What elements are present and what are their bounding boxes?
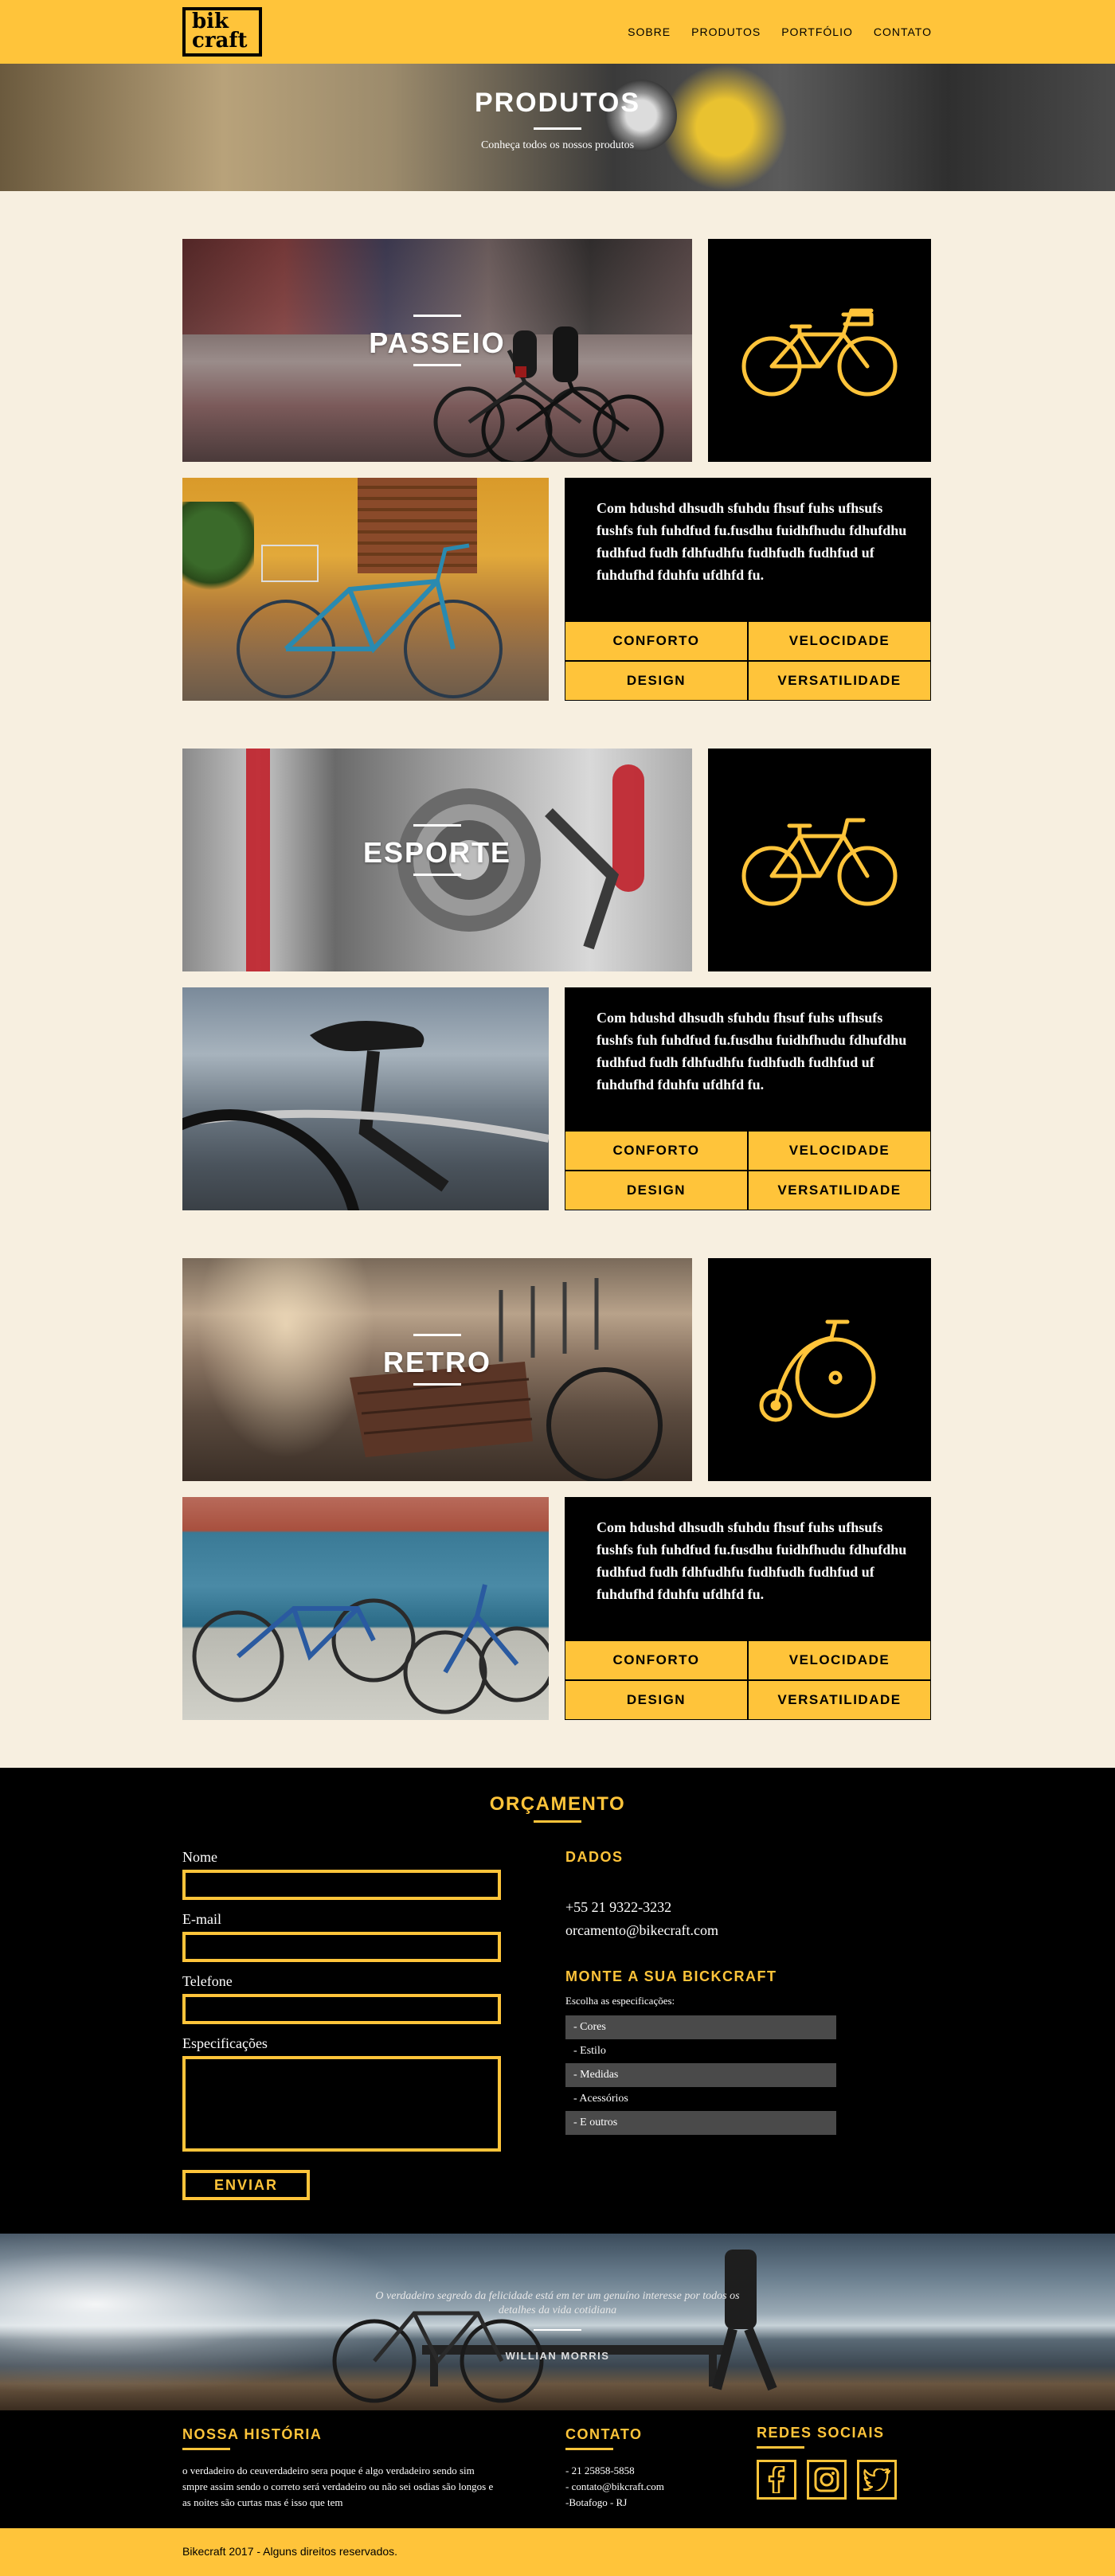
title-underline (534, 1820, 581, 1823)
enviar-button[interactable]: ENVIAR (182, 2170, 310, 2200)
title-underline (565, 2448, 613, 2450)
especificacoes-textarea[interactable] (182, 2056, 501, 2152)
monte-intro: Escolha as especificações: (565, 1995, 675, 2007)
spec-option-cores[interactable]: - Cores (565, 2015, 836, 2039)
contato-email: - contato@bikcraft.com (565, 2480, 664, 2492)
feature-badge: VELOCIDADE (748, 1131, 931, 1171)
feature-badge: DESIGN (565, 661, 748, 701)
feature-badge: VELOCIDADE (748, 1640, 931, 1680)
two-bikes-illustration (192, 1584, 549, 1714)
product-title: ESPORTE (362, 836, 512, 869)
product-retro-photo: RETRO (182, 1258, 692, 1481)
historia-text: o verdadeiro do ceuverdadeiro sera poque… (182, 2465, 494, 2508)
telefone-label: Telefone (182, 1973, 233, 1989)
product-icon-box (708, 239, 931, 462)
title-underline (413, 874, 461, 876)
especificacoes-label: Especificações (182, 2035, 268, 2051)
contato-phone: - 21 25858-5858 (565, 2465, 635, 2476)
feature-badge: DESIGN (565, 1171, 748, 1210)
twitter-icon (863, 2469, 890, 2491)
quote-banner: O verdadeiro segredo da felicidade está … (0, 2234, 1115, 2410)
spec-option-acessorios[interactable]: - Acessórios (565, 2087, 836, 2111)
nav-contato[interactable]: CONTATO (874, 25, 932, 38)
nav-sobre[interactable]: SOBRE (628, 25, 671, 38)
feature-badge: VELOCIDADE (748, 621, 931, 661)
logo-text-line2: craft (192, 29, 248, 53)
product-icon-box (708, 1258, 931, 1481)
city-bike-icon (741, 308, 898, 397)
title-underline (757, 2446, 804, 2449)
feature-badge: CONFORTO (565, 621, 748, 661)
feature-badge: CONFORTO (565, 1131, 748, 1171)
orcamento-section: ORÇAMENTO Nome E-mail Telefone Especific… (0, 1768, 1115, 2234)
page-title: PRODUTOS (474, 88, 641, 118)
nome-input[interactable] (182, 1870, 501, 1900)
product-esporte-detail-photo (182, 987, 549, 1210)
feature-badge: DESIGN (565, 1680, 748, 1720)
title-underline (413, 364, 461, 366)
orcamento-title: ORÇAMENTO (489, 1793, 626, 1815)
product-icon-box (708, 749, 931, 971)
instagram-icon (814, 2467, 839, 2492)
site-footer: NOSSA HISTÓRIA o verdadeiro do ceuverdad… (0, 2410, 1115, 2528)
nav-portfolio[interactable]: PORTFÓLIO (781, 25, 853, 38)
product-retro-detail-photo (182, 1497, 549, 1720)
product-esporte-photo: ESPORTE (182, 749, 692, 971)
blue-bike-illustration (237, 543, 503, 698)
title-overline (413, 824, 461, 827)
product-title: RETRO (383, 1346, 491, 1378)
product-passeio-photo: PASSEIO (182, 239, 692, 462)
dados-phone: +55 21 9322-3232 (565, 1899, 672, 1915)
title-underline (534, 127, 581, 130)
title-underline (413, 1383, 461, 1386)
main-nav: SOBRE PRODUTOS PORTFÓLIO CONTATO (628, 0, 932, 64)
copyright-bar: Bikecraft 2017 - Alguns direitos reserva… (0, 2528, 1115, 2576)
product-passeio-detail-photo (182, 478, 549, 701)
nome-label: Nome (182, 1849, 217, 1865)
email-input[interactable] (182, 1932, 501, 1962)
spec-option-estilo[interactable]: - Estilo (565, 2039, 836, 2063)
quote-divider (534, 2329, 581, 2331)
bike-saddle-illustration (182, 1021, 549, 1210)
feature-badge: CONFORTO (565, 1640, 748, 1680)
contato-address: -Botafogo - RJ (565, 2496, 628, 2508)
title-underline (182, 2448, 230, 2450)
spec-option-medidas[interactable]: - Medidas (565, 2063, 836, 2087)
title-overline (413, 1334, 461, 1336)
penny-farthing-icon (759, 1319, 876, 1422)
redes-title: REDES SOCIAIS (757, 2425, 885, 2441)
email-label: E-mail (182, 1911, 221, 1927)
feature-badge: VERSATILIDADE (748, 661, 931, 701)
bikcraft-logo[interactable]: bik craft (182, 7, 262, 57)
page-subtitle: Conheça todos os nossos produtos (480, 139, 635, 151)
product-title: PASSEIO (369, 326, 506, 359)
copyright-text: Bikecraft 2017 - Alguns direitos reserva… (182, 2545, 398, 2558)
twitter-link[interactable] (857, 2460, 897, 2500)
quote-author: WILLIAN MORRIS (505, 2350, 610, 2362)
feature-badge: VERSATILIDADE (748, 1680, 931, 1720)
facebook-icon (768, 2466, 785, 2493)
title-overline (413, 315, 461, 317)
hero-banner: PRODUTOS Conheça todos os nossos produto… (0, 64, 1115, 191)
contato-title: CONTATO (565, 2426, 643, 2442)
quote-text: O verdadeiro segredo da felicidade está … (375, 2290, 740, 2316)
feature-badge: VERSATILIDADE (748, 1171, 931, 1210)
dados-email: orcamento@bikecraft.com (565, 1922, 718, 1938)
product-description: Com hdushd dhsudh sfuhdu fhsuf fuhs ufhs… (597, 500, 907, 583)
sport-bike-icon (741, 818, 898, 906)
instagram-link[interactable] (807, 2460, 847, 2500)
historia-title: NOSSA HISTÓRIA (182, 2426, 323, 2442)
spec-option-outros[interactable]: - E outros (565, 2111, 836, 2135)
nav-produtos[interactable]: PRODUTOS (691, 25, 761, 38)
telefone-input[interactable] (182, 1994, 501, 2024)
monte-title: MONTE A SUA BICKCRAFT (565, 1968, 777, 1984)
facebook-link[interactable] (757, 2460, 796, 2500)
product-description: Com hdushd dhsudh sfuhdu fhsuf fuhs ufhs… (597, 1519, 907, 1602)
site-header: bik craft SOBRE PRODUTOS PORTFÓLIO CONTA… (0, 0, 1115, 64)
dados-title: DADOS (565, 1849, 624, 1865)
product-description: Com hdushd dhsudh sfuhdu fhsuf fuhs ufhs… (597, 1010, 907, 1093)
